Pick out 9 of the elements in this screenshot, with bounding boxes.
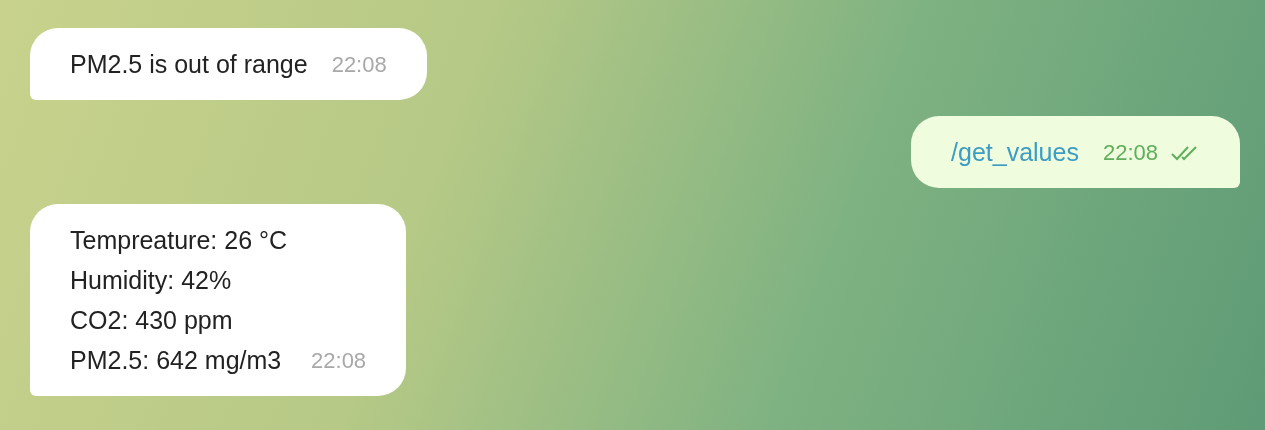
message-text: Humidity: 42%: [70, 265, 233, 296]
message-text: Tempreature: 26 °C: [70, 225, 288, 256]
message-time: 22:08: [1102, 139, 1158, 167]
message-text: PM2.5 is out of range: [70, 49, 308, 80]
message-time: 22:08: [331, 51, 387, 79]
message-text: PM2.5: 642 mg/m3: [70, 345, 283, 376]
command-link[interactable]: /get_values: [951, 132, 1079, 172]
message-text: CO2: 430 ppm: [70, 305, 234, 336]
message-time: 22:08: [311, 347, 367, 375]
